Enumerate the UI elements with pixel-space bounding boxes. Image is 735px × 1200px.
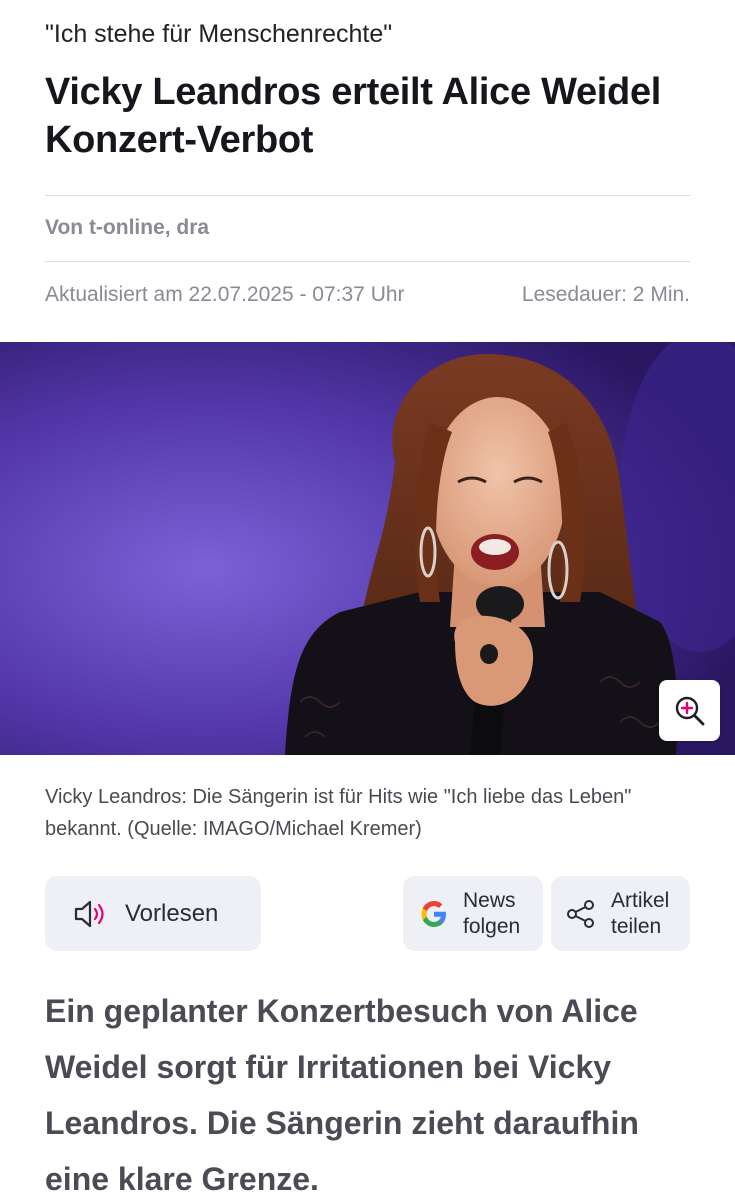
singer-photo [0, 342, 735, 755]
article-author: Von t-online, dra [45, 216, 210, 239]
google-icon [421, 900, 446, 927]
share-line1: Artikel [611, 888, 670, 912]
share-article-button[interactable]: Artikel teilen [551, 876, 690, 951]
updated-timestamp: Aktualisiert am 22.07.2025 - 07:37 Uhr [45, 283, 405, 306]
divider [45, 261, 690, 262]
speaker-icon [74, 900, 104, 927]
share-label: Artikel teilen [611, 888, 669, 940]
zoom-button[interactable] [659, 680, 720, 741]
hero-photo[interactable] [0, 342, 735, 755]
zoom-in-icon [675, 696, 704, 725]
reading-time: Lesedauer: 2 Min. [521, 283, 690, 306]
read-aloud-label: Vorlesen [125, 899, 219, 927]
share-icon [567, 899, 594, 928]
article-meta: Aktualisiert am 22.07.2025 - 07:37 Uhr L… [45, 283, 690, 307]
news-follow-line1: News [463, 888, 516, 912]
article-headline: Vicky Leandros erteilt Alice Weidel Konz… [45, 71, 662, 161]
news-follow-line2: folgen [463, 914, 521, 938]
article-kicker: "Ich stehe für Menschenrechte" [45, 20, 393, 48]
read-aloud-button[interactable]: Vorlesen [45, 876, 261, 951]
article-lead: Ein geplanter Konzertbesuch von Alice We… [45, 993, 639, 1197]
photo-caption: Vicky Leandros: Die Sängerin ist für Hit… [45, 786, 632, 840]
share-line2: teilen [611, 914, 662, 938]
divider [45, 195, 690, 196]
google-news-follow-button[interactable]: News folgen [403, 876, 543, 951]
google-news-label: News folgen [463, 888, 520, 940]
